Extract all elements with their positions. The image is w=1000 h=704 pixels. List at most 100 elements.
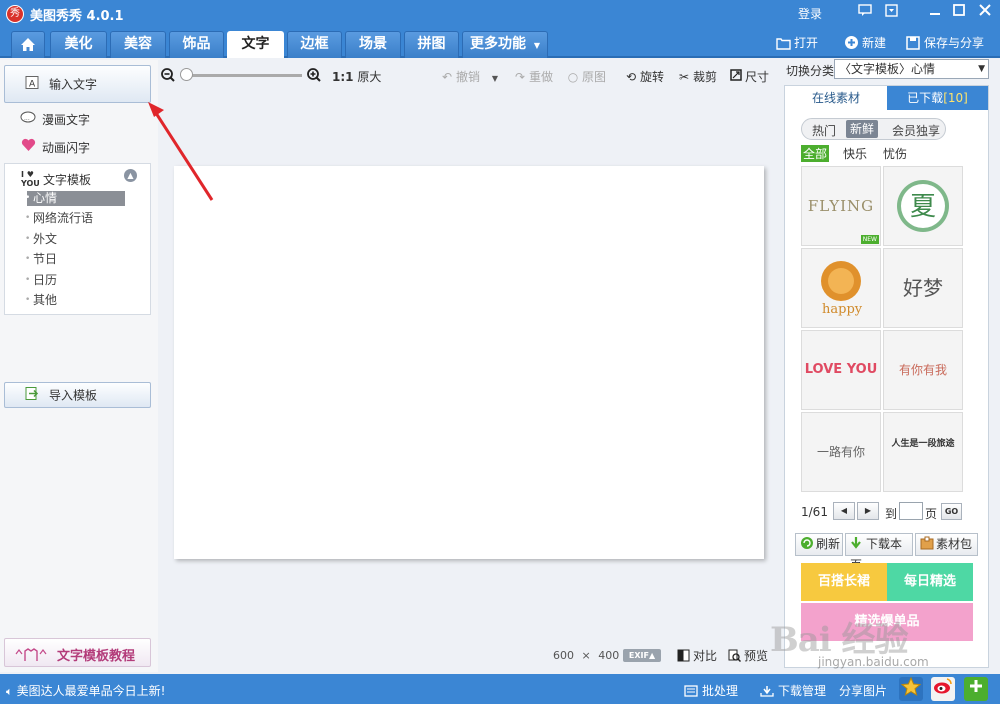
tab-downloaded[interactable]: 已下载[10] <box>887 86 988 110</box>
new-badge: NEW <box>860 235 879 244</box>
tab-accessories[interactable]: 饰品 <box>169 31 224 58</box>
new-button[interactable]: 新建 <box>843 34 886 52</box>
undo-icon: ↶ <box>441 70 453 84</box>
folder-icon <box>775 37 791 53</box>
collapse-up-icon[interactable]: ▲ <box>124 169 137 182</box>
text-template-header[interactable]: I ♥ YOU 文字模板 <box>21 170 91 188</box>
thumbnail-sweet-dreams[interactable]: 好梦 <box>883 248 963 328</box>
download-manager-label: 下载管理 <box>778 684 827 698</box>
template-item-other[interactable]: 其他 <box>25 293 125 308</box>
tab-border[interactable]: 边框 <box>287 31 342 58</box>
tab-online-material[interactable]: 在线素材 <box>785 86 887 110</box>
status-bar: 🔈︎ 美图达人最爱单品今日上新! 批处理 下载管理 分享图片 <box>0 674 1000 704</box>
tab-text[interactable]: 文字 <box>227 31 284 58</box>
login-link[interactable]: 登录 <box>798 5 822 22</box>
image-canvas[interactable] <box>174 166 764 559</box>
template-tutorial-button[interactable]: 文字模板教程 <box>4 638 151 667</box>
minimize-icon[interactable] <box>926 4 944 22</box>
compare-button[interactable]: 对比 <box>677 647 717 664</box>
goto-label: 到 <box>885 507 898 521</box>
home-tab[interactable] <box>11 31 45 58</box>
filter-new[interactable]: 新鲜 <box>846 120 879 138</box>
thumbnail-you-and-me[interactable]: 有你有我 <box>883 330 963 410</box>
zoom-slider-track[interactable] <box>186 74 302 77</box>
original-size-button[interactable]: 1:1 原大 <box>332 68 381 85</box>
prev-page-button[interactable]: ◀ <box>833 502 855 520</box>
weibo-icon[interactable] <box>931 677 955 701</box>
batch-process-button[interactable]: 批处理 <box>684 682 738 699</box>
thumbnail-life-journey[interactable]: 人生是一段旅途 <box>883 412 963 492</box>
category-happy[interactable]: 快乐 <box>843 145 867 162</box>
status-message[interactable]: 🔈︎ 美图达人最爱单品今日上新! <box>6 682 165 699</box>
category-sad[interactable]: 忧伤 <box>883 145 907 162</box>
comic-text-item[interactable]: ... 漫画文字 <box>20 111 90 128</box>
scissors-icon: ✂ <box>678 70 690 84</box>
page-indicator: 1/61 <box>801 505 828 519</box>
compare-icon <box>677 649 690 662</box>
redo-button[interactable]: ↷ 重做 <box>513 68 553 85</box>
animated-text-item[interactable]: 动画闪字 <box>20 138 90 156</box>
thumbnail-love-you[interactable]: LOVE YOU <box>801 330 881 410</box>
thumbnail-you-and-me-text: 有你有我 <box>898 363 947 377</box>
downloaded-count: [10] <box>943 91 968 105</box>
thumbnail-happy-art: happy <box>802 249 880 327</box>
download-manager-button[interactable]: 下载管理 <box>760 682 826 699</box>
thumbnail-with-you-along-the-way[interactable]: 一路有你 <box>801 412 881 492</box>
import-template-button[interactable]: 导入模板 <box>4 382 151 408</box>
banner-maxi-skirt[interactable]: 百搭长裙 <box>801 563 887 601</box>
tab-scene[interactable]: 场景 <box>345 31 401 58</box>
thumbnail-summer[interactable]: 夏 <box>883 166 963 246</box>
rotate-button[interactable]: ⟲ 旋转 <box>624 68 664 85</box>
package-icon <box>920 536 934 550</box>
page-number-input[interactable] <box>899 502 923 520</box>
zoom-slider-handle[interactable] <box>180 68 193 81</box>
i-love-you-icon: I ♥ YOU <box>21 170 40 188</box>
save-share-button[interactable]: 保存与分享 <box>905 34 984 52</box>
tab-collage[interactable]: 拼图 <box>404 31 459 58</box>
undo-dropdown-icon[interactable]: ▼ <box>492 74 498 83</box>
more-features-tab[interactable]: 更多功能 ▼ <box>462 31 548 58</box>
go-button[interactable]: GO <box>941 503 962 520</box>
filter-hot[interactable]: 热门 <box>812 122 836 139</box>
template-item-internet-slang[interactable]: 网络流行语 <box>25 211 125 226</box>
download-page-button[interactable]: 下载本页 <box>845 533 913 572</box>
resize-button[interactable]: 尺寸 <box>729 68 769 85</box>
thumbnail-flying-text: FLYING <box>807 197 875 215</box>
category-all[interactable]: 全部 <box>801 145 830 162</box>
input-text-button[interactable]: A 输入文字 <box>4 65 151 103</box>
refresh-button[interactable]: 刷新 <box>795 533 843 556</box>
preview-button[interactable]: 预览 <box>728 647 768 664</box>
template-item-holiday[interactable]: 节日 <box>25 252 125 267</box>
filter-vip[interactable]: 会员独享 <box>892 122 940 139</box>
category-select[interactable]: 〈文字模板〉心情 ▼ <box>834 59 989 79</box>
close-icon[interactable] <box>976 4 994 22</box>
crop-button[interactable]: ✂ 裁剪 <box>677 68 717 85</box>
undo-button[interactable]: ↶ 撤销 ▼ <box>440 68 498 85</box>
open-button[interactable]: 打开 <box>775 34 818 53</box>
maximize-icon[interactable] <box>950 4 968 22</box>
tab-beautify[interactable]: 美化 <box>50 31 107 58</box>
redo-label: 重做 <box>529 70 554 84</box>
star-icon[interactable] <box>899 676 923 701</box>
thumbnail-happy[interactable]: happy <box>801 248 881 328</box>
exif-button[interactable]: EXIF▲ <box>623 649 661 662</box>
template-item-mood[interactable]: 心情 <box>25 191 125 206</box>
material-pack-button[interactable]: 素材包 <box>915 533 978 556</box>
message-icon[interactable] <box>856 4 874 22</box>
add-icon[interactable] <box>964 677 988 701</box>
thumbnail-flying[interactable]: FLYING NEW <box>801 166 881 246</box>
template-item-foreign[interactable]: 外文 <box>25 232 125 247</box>
original-size-label: 原大 <box>357 70 382 84</box>
original-image-button[interactable]: ○ 原图 <box>566 68 606 85</box>
share-picture-button[interactable]: 分享图片 <box>839 682 887 699</box>
next-page-button[interactable]: ▶ <box>857 502 879 520</box>
banner-daily-picks[interactable]: 每日精选 <box>887 563 973 601</box>
refresh-icon <box>800 536 814 550</box>
zoom-in-icon[interactable] <box>307 68 321 82</box>
zoom-out-icon[interactable] <box>161 68 175 82</box>
skin-icon[interactable] <box>882 4 900 22</box>
template-item-calendar[interactable]: 日历 <box>25 273 125 288</box>
tab-face-beauty[interactable]: 美容 <box>110 31 166 58</box>
thumbnail-love-you-text: LOVE YOU <box>804 362 878 377</box>
import-template-label: 导入模板 <box>49 388 98 403</box>
